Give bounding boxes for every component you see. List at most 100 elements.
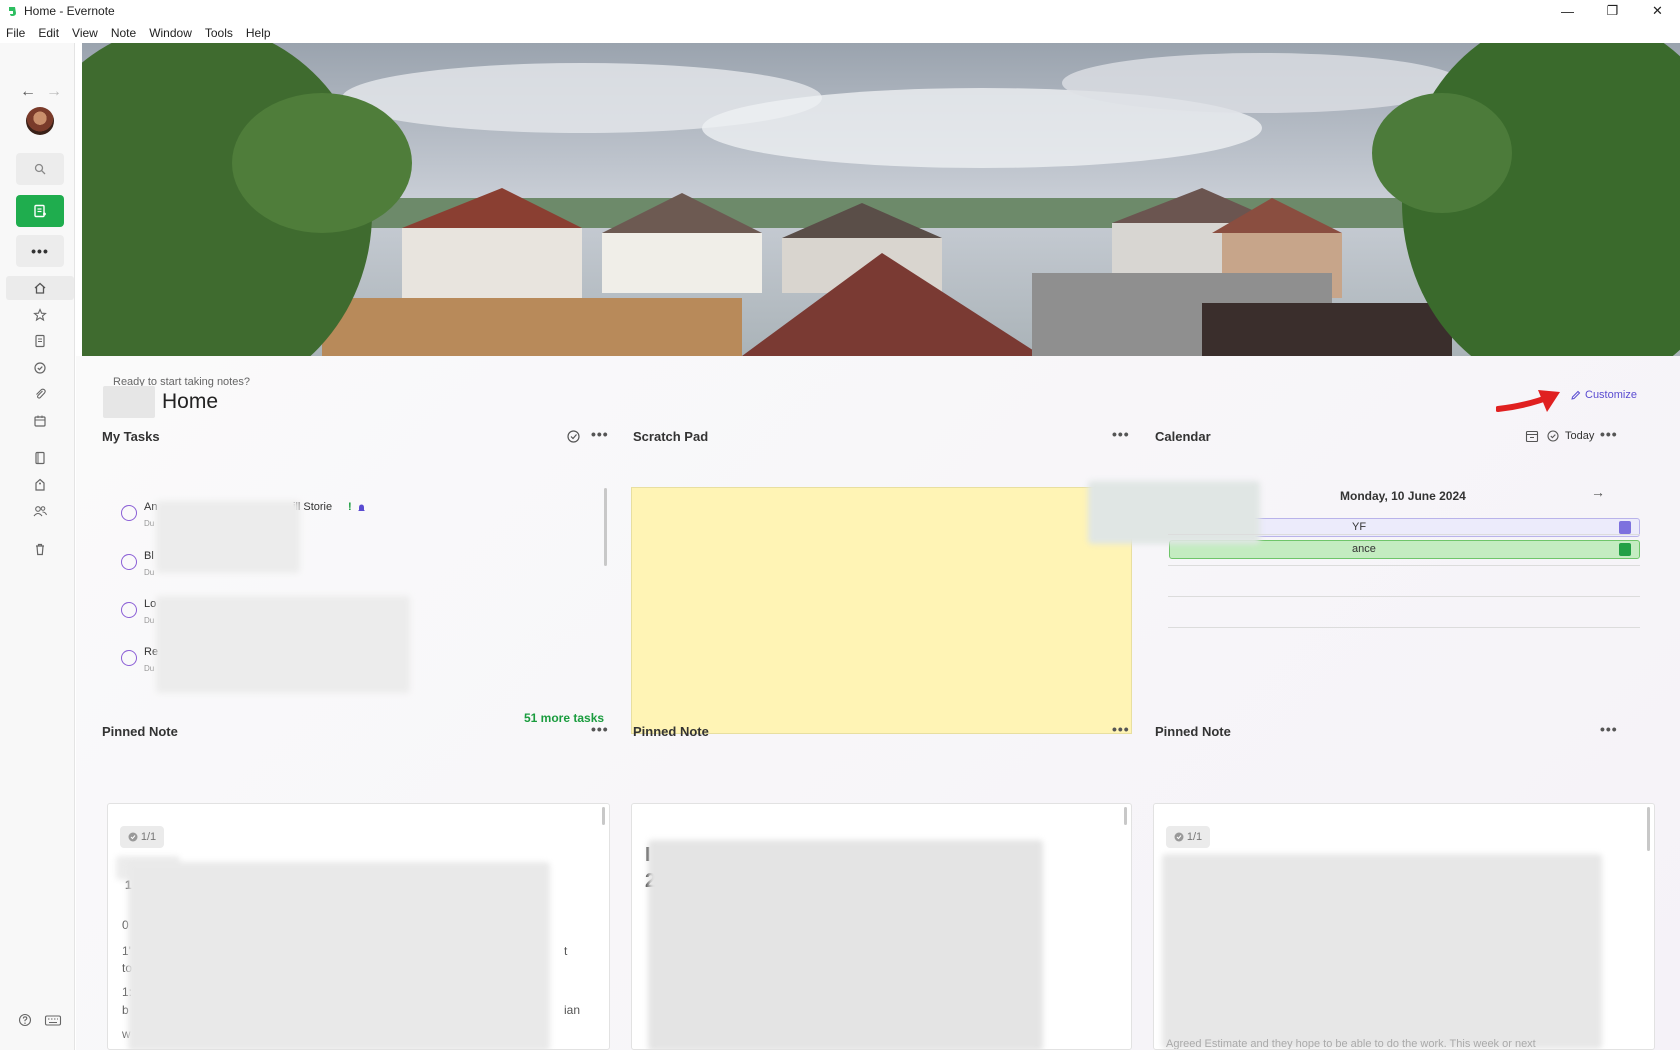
- calendar-title: Calendar: [1155, 429, 1211, 444]
- check-circle-icon: [1174, 832, 1184, 842]
- task-checkbox[interactable]: [121, 505, 137, 521]
- event-link-icon: [1619, 543, 1631, 556]
- task-checkbox[interactable]: [121, 554, 137, 570]
- scratch-pad-more-icon[interactable]: •••: [1112, 426, 1130, 442]
- status-badge: 1/1: [120, 826, 164, 848]
- task-due: Du: [144, 568, 155, 577]
- window-title: Home - Evernote: [24, 4, 115, 18]
- pinned-note-title: Pinned Note: [1155, 724, 1231, 739]
- calendar-more-icon[interactable]: •••: [1600, 426, 1618, 442]
- forward-icon[interactable]: →: [46, 83, 62, 101]
- task-title: Bl: [144, 550, 154, 562]
- pinned-note-more-icon[interactable]: •••: [591, 721, 609, 737]
- calendar-divider: [1168, 596, 1640, 597]
- title-bar: Home - Evernote — ❐ ✕: [0, 0, 1680, 22]
- back-icon[interactable]: ←: [20, 83, 36, 101]
- task-due: Du: [144, 664, 155, 673]
- menu-file[interactable]: File: [6, 26, 25, 40]
- notes-icon[interactable]: [30, 331, 50, 351]
- sidebar: ← → •••: [0, 43, 75, 1050]
- tags-icon[interactable]: [30, 475, 50, 495]
- menu-bar: File Edit View Note Window Tools Help: [0, 22, 1680, 43]
- calendar-divider: [1168, 534, 1640, 535]
- task-filter-icon[interactable]: [566, 429, 581, 447]
- redacted-block: [156, 501, 300, 573]
- tasks-icon[interactable]: [30, 358, 50, 378]
- more-button[interactable]: •••: [16, 235, 64, 267]
- nav-arrows: ← →: [20, 83, 62, 101]
- redacted-block: [1162, 854, 1602, 1049]
- calendar-event-title: YF: [1352, 521, 1367, 533]
- note-link-icon: [1619, 521, 1631, 534]
- menu-view[interactable]: View: [72, 26, 98, 40]
- trash-icon[interactable]: [30, 539, 50, 559]
- new-note-button[interactable]: [16, 195, 64, 227]
- calendar-icon[interactable]: [30, 411, 50, 431]
- card-scrollbar[interactable]: [1647, 807, 1650, 851]
- task-title: Lo: [144, 598, 157, 610]
- pinned-note-card[interactable]: 1/1 1 0 1' t to 1: b ian W: [107, 803, 610, 1050]
- more-icon: •••: [31, 243, 49, 259]
- help-icon[interactable]: [18, 1013, 32, 1030]
- keyboard-icon[interactable]: [44, 1013, 62, 1030]
- menu-note[interactable]: Note: [111, 26, 136, 40]
- home-icon[interactable]: [30, 278, 50, 298]
- calendar-tasks-icon[interactable]: [1546, 429, 1560, 446]
- sidebar-footer: [18, 1013, 62, 1030]
- task-checkbox[interactable]: [121, 602, 137, 618]
- tasks-widget-title: My Tasks: [102, 429, 160, 444]
- task-item[interactable]: An Du ill Storie !: [121, 501, 365, 528]
- badge-label: 1/1: [1186, 831, 1203, 843]
- menu-help[interactable]: Help: [246, 26, 271, 40]
- task-checkbox[interactable]: [121, 650, 137, 666]
- tasks-scrollbar[interactable]: [604, 488, 607, 566]
- calendar-event-title: ance: [1352, 543, 1376, 555]
- badge-label: 1/1: [140, 831, 157, 843]
- page-title: Home: [162, 390, 219, 413]
- notebooks-icon[interactable]: [30, 448, 50, 468]
- customize-label: Customize: [1585, 389, 1637, 401]
- note-snippet: Agreed Estimate and they hope to be able…: [1166, 1038, 1536, 1050]
- card-scrollbar[interactable]: [1124, 807, 1127, 825]
- shortcuts-icon[interactable]: [30, 305, 50, 325]
- task-item[interactable]: Bl Du: [121, 550, 154, 577]
- reminder-bell-icon: [357, 502, 366, 516]
- minimize-button[interactable]: —: [1545, 0, 1590, 22]
- search-button[interactable]: [16, 153, 64, 185]
- tasks-widget-more-icon[interactable]: •••: [591, 426, 609, 442]
- today-button[interactable]: Today: [1565, 430, 1594, 442]
- pinned-note-card[interactable]: I 2: [631, 803, 1132, 1050]
- search-icon: [34, 163, 46, 175]
- pinned-note-more-icon[interactable]: •••: [1112, 721, 1130, 737]
- menu-window[interactable]: Window: [149, 26, 192, 40]
- pinned-note-more-icon[interactable]: •••: [1600, 721, 1618, 737]
- calendar-divider: [1168, 565, 1640, 566]
- status-badge: 1/1: [1166, 826, 1210, 848]
- avatar[interactable]: [26, 107, 54, 135]
- calendar-divider: [1168, 627, 1640, 628]
- close-button[interactable]: ✕: [1635, 0, 1680, 22]
- pinned-note-title: Pinned Note: [102, 724, 178, 739]
- home-banner-image[interactable]: [82, 43, 1680, 356]
- scratch-pad-area[interactable]: [631, 487, 1132, 734]
- calendar-next-icon[interactable]: →: [1591, 484, 1605, 500]
- redacted-block: [156, 596, 410, 693]
- files-icon[interactable]: [30, 384, 50, 404]
- note-snippet: ian: [564, 1003, 581, 1017]
- pinned-note-card[interactable]: 1/1 Agreed Estimate and they hope to be …: [1153, 803, 1655, 1050]
- redacted-block: [103, 386, 155, 418]
- task-item[interactable]: Lo Du: [121, 598, 156, 625]
- pinned-note-title: Pinned Note: [633, 724, 709, 739]
- calendar-add-icon[interactable]: [1525, 429, 1539, 446]
- shared-icon[interactable]: [30, 501, 50, 521]
- maximize-button[interactable]: ❐: [1590, 0, 1635, 22]
- redacted-block: [128, 862, 550, 1049]
- customize-button[interactable]: Customize: [1570, 389, 1637, 401]
- new-note-icon: [34, 204, 46, 218]
- pencil-icon: [1571, 390, 1581, 400]
- task-item[interactable]: Re Du: [121, 646, 158, 673]
- menu-tools[interactable]: Tools: [205, 26, 233, 40]
- evernote-logo-icon: [6, 5, 18, 17]
- menu-edit[interactable]: Edit: [38, 26, 59, 40]
- card-scrollbar[interactable]: [602, 807, 605, 825]
